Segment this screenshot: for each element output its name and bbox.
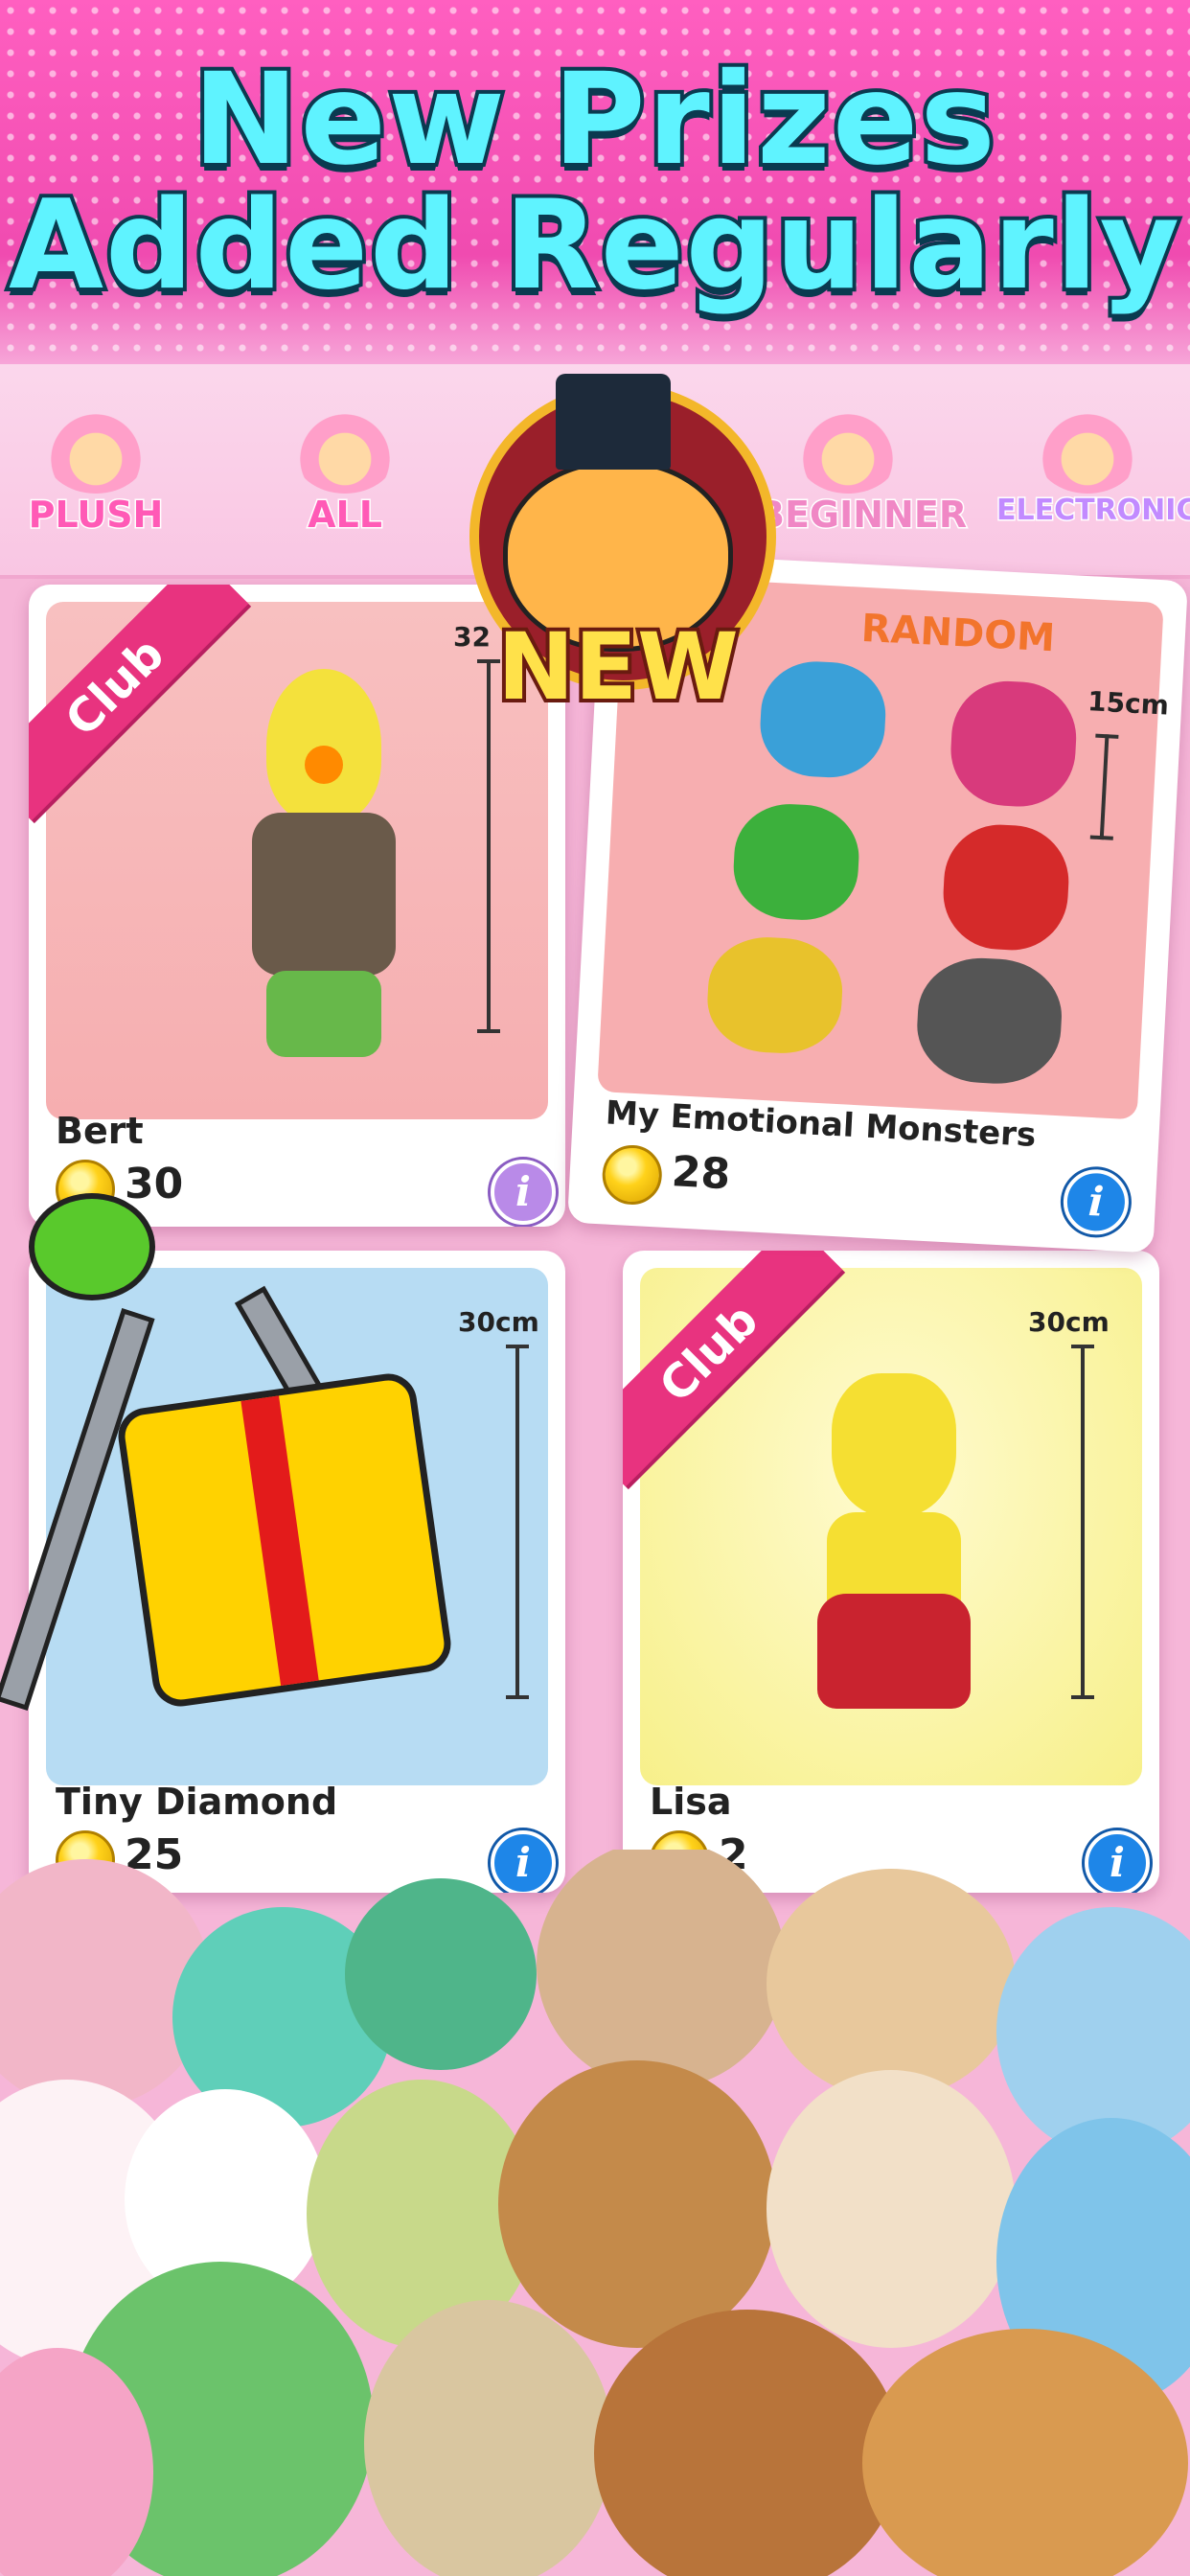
plush-body — [252, 813, 396, 976]
category-label: ELECTRONIC — [995, 493, 1190, 529]
plush-legs — [266, 971, 381, 1057]
plush-toy — [594, 2310, 901, 2576]
size-label: 30cm — [458, 1306, 539, 1338]
monster-yellow — [704, 933, 845, 1057]
plush-dress — [817, 1594, 971, 1709]
headline-line-1: New Prizes — [189, 42, 999, 197]
size-label: 15cm — [1087, 685, 1170, 722]
plush-toy — [498, 2060, 776, 2348]
monster-pink — [948, 678, 1080, 810]
plush-nose — [305, 746, 343, 784]
plush-toy — [767, 1869, 1016, 2099]
monster-green — [731, 801, 862, 923]
prize-name: Lisa — [650, 1781, 732, 1823]
monster-red — [940, 821, 1072, 954]
category-label: ALL — [307, 493, 384, 538]
size-label: 30cm — [1028, 1306, 1110, 1338]
electronic-category-icon — [1035, 407, 1140, 494]
size-ruler — [1071, 1345, 1094, 1699]
category-tab-all[interactable]: ALL — [254, 407, 436, 538]
category-label: PLUSH — [27, 493, 165, 538]
promo-banner: New Prizes Added Regularly — [0, 0, 1190, 364]
top-hat-icon — [556, 374, 671, 470]
gift-ribbon — [240, 1395, 319, 1687]
monster-gray — [914, 954, 1064, 1088]
plush-toy — [537, 1850, 786, 2089]
plush-toy — [345, 1878, 537, 2070]
coin-icon — [601, 1143, 664, 1207]
plush-head — [832, 1373, 956, 1517]
random-tag: RANDOM — [859, 606, 1057, 661]
headline-line-2: Added Regularly — [5, 171, 1183, 321]
size-ruler — [1099, 734, 1110, 840]
beginner-category-icon — [795, 407, 901, 494]
all-category-icon — [292, 407, 398, 494]
size-ruler — [506, 1345, 529, 1699]
new-label: NEW — [493, 610, 743, 724]
prize-price: 28 — [670, 1147, 732, 1200]
plush-toy — [364, 2300, 613, 2576]
info-icon[interactable]: i — [1062, 1167, 1131, 1237]
category-tab-electronic[interactable]: ELECTRONIC — [995, 407, 1190, 529]
gift-box-icon — [114, 1369, 455, 1711]
new-prize-badge: NEW — [450, 374, 786, 748]
category-tab-plush[interactable]: PLUSH — [5, 407, 187, 538]
prize-name: Tiny Diamond — [56, 1781, 338, 1823]
info-icon[interactable]: i — [491, 1160, 556, 1225]
plush-pile-photo — [0, 1850, 1190, 2576]
plush-toy — [767, 2070, 1016, 2348]
plush-category-icon — [43, 407, 149, 494]
prize-card-lisa[interactable]: 30cm Club Lisa 2 i — [623, 1251, 1159, 1893]
claw-top-icon — [29, 1193, 155, 1300]
claw-gift-illustration — [0, 1102, 455, 1735]
